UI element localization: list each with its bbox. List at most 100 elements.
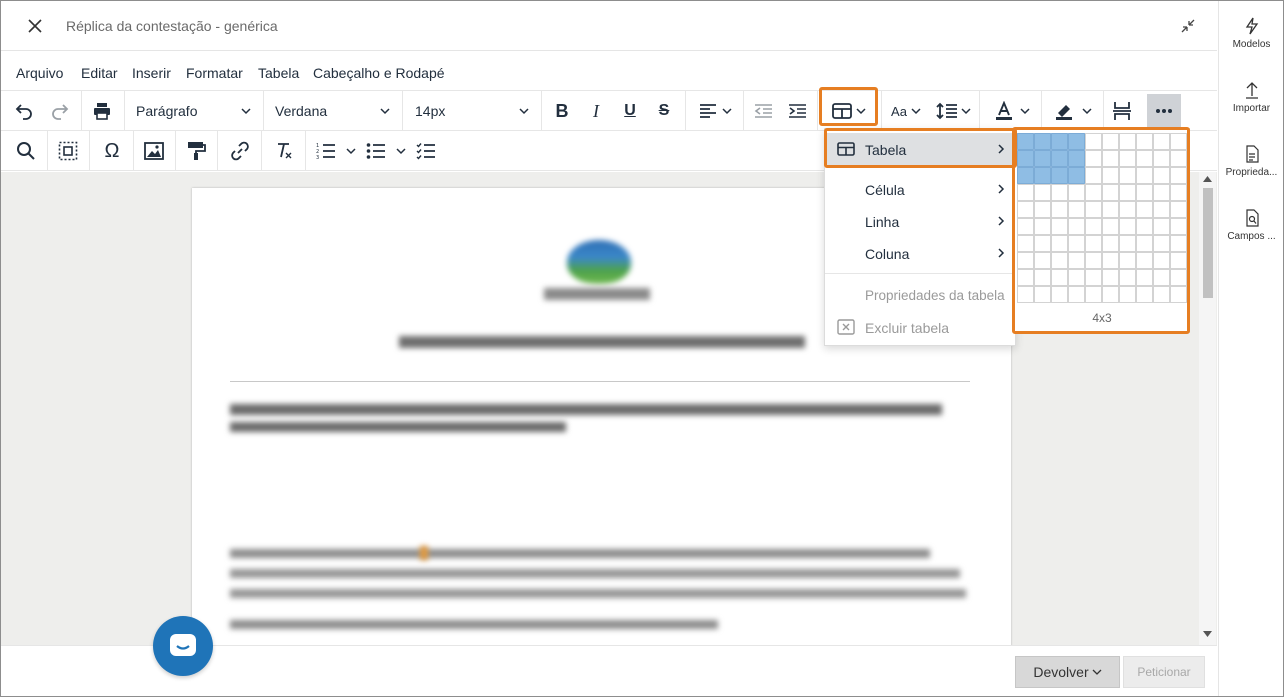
menu-arquivo[interactable]: Arquivo bbox=[16, 65, 63, 81]
grid-cell[interactable] bbox=[1085, 252, 1102, 269]
grid-cell[interactable] bbox=[1034, 235, 1051, 252]
grid-cell[interactable] bbox=[1153, 252, 1170, 269]
grid-cell[interactable] bbox=[1119, 269, 1136, 286]
grid-cell[interactable] bbox=[1153, 150, 1170, 167]
grid-cell[interactable] bbox=[1102, 235, 1119, 252]
grid-cell[interactable] bbox=[1017, 201, 1034, 218]
format-painter-button[interactable] bbox=[183, 134, 209, 168]
grid-cell[interactable] bbox=[1034, 201, 1051, 218]
numbered-list-button[interactable]: 123 bbox=[313, 134, 359, 168]
importar-button[interactable]: Importar bbox=[1219, 81, 1284, 114]
vertical-scrollbar[interactable] bbox=[1199, 172, 1216, 645]
grid-cell[interactable] bbox=[1119, 133, 1136, 150]
grid-cell[interactable] bbox=[1170, 133, 1187, 150]
grid-cell[interactable] bbox=[1034, 133, 1051, 150]
close-icon[interactable] bbox=[25, 16, 45, 36]
grid-cell[interactable] bbox=[1136, 286, 1153, 303]
font-family-select[interactable]: Verdana bbox=[264, 91, 401, 131]
image-button[interactable] bbox=[141, 134, 167, 168]
grid-cell[interactable] bbox=[1102, 201, 1119, 218]
italic-button[interactable]: I bbox=[583, 94, 609, 128]
grid-cell[interactable] bbox=[1153, 201, 1170, 218]
campos-button[interactable]: Campos ... bbox=[1219, 209, 1284, 242]
grid-cell[interactable] bbox=[1017, 184, 1034, 201]
more-button[interactable] bbox=[1147, 94, 1181, 128]
grid-cell[interactable] bbox=[1170, 252, 1187, 269]
grid-cell[interactable] bbox=[1153, 235, 1170, 252]
menu-item-celula[interactable]: Célula bbox=[825, 173, 1015, 205]
grid-cell[interactable] bbox=[1068, 218, 1085, 235]
grid-cell[interactable] bbox=[1051, 235, 1068, 252]
grid-cell[interactable] bbox=[1119, 218, 1136, 235]
grid-cell[interactable] bbox=[1119, 201, 1136, 218]
grid-cell[interactable] bbox=[1017, 133, 1034, 150]
grid-cell[interactable] bbox=[1170, 218, 1187, 235]
grid-cell[interactable] bbox=[1017, 286, 1034, 303]
grid-cell[interactable] bbox=[1136, 184, 1153, 201]
menu-inserir[interactable]: Inserir bbox=[132, 65, 171, 81]
grid-cell[interactable] bbox=[1017, 269, 1034, 286]
special-char-button[interactable]: Ω bbox=[97, 134, 127, 168]
grid-cell[interactable] bbox=[1051, 184, 1068, 201]
peticionar-button[interactable]: Peticionar bbox=[1123, 656, 1205, 688]
modelos-button[interactable]: Modelos bbox=[1219, 17, 1284, 50]
checklist-button[interactable] bbox=[413, 134, 439, 168]
grid-cell[interactable] bbox=[1034, 167, 1051, 184]
grid-cell[interactable] bbox=[1136, 150, 1153, 167]
grid-cell[interactable] bbox=[1119, 184, 1136, 201]
grid-cell[interactable] bbox=[1085, 269, 1102, 286]
grid-cell[interactable] bbox=[1085, 286, 1102, 303]
grid-cell[interactable] bbox=[1119, 286, 1136, 303]
grid-cell[interactable] bbox=[1119, 150, 1136, 167]
grid-cell[interactable] bbox=[1068, 235, 1085, 252]
undo-button[interactable] bbox=[11, 94, 37, 128]
grid-cell[interactable] bbox=[1068, 150, 1085, 167]
grid-cell[interactable] bbox=[1051, 167, 1068, 184]
block-format-select[interactable]: Parágrafo bbox=[125, 91, 262, 131]
menu-tabela[interactable]: Tabela bbox=[258, 65, 299, 81]
font-size-button[interactable]: Aa bbox=[887, 94, 925, 128]
grid-cell[interactable] bbox=[1085, 218, 1102, 235]
grid-cell[interactable] bbox=[1102, 167, 1119, 184]
grid-cell[interactable] bbox=[1136, 167, 1153, 184]
grid-cell[interactable] bbox=[1153, 184, 1170, 201]
grid-cell[interactable] bbox=[1017, 252, 1034, 269]
font-size-select[interactable]: 14px bbox=[403, 91, 540, 131]
grid-cell[interactable] bbox=[1153, 218, 1170, 235]
grid-cell[interactable] bbox=[1051, 218, 1068, 235]
collapse-icon[interactable] bbox=[1179, 17, 1197, 35]
grid-cell[interactable] bbox=[1034, 252, 1051, 269]
grid-cell[interactable] bbox=[1102, 286, 1119, 303]
align-button[interactable] bbox=[693, 94, 737, 128]
grid-cell[interactable] bbox=[1068, 269, 1085, 286]
grid-cell[interactable] bbox=[1102, 218, 1119, 235]
grid-cell[interactable] bbox=[1119, 235, 1136, 252]
grid-cell[interactable] bbox=[1085, 184, 1102, 201]
menu-formatar[interactable]: Formatar bbox=[186, 65, 243, 81]
grid-cell[interactable] bbox=[1017, 167, 1034, 184]
outdent-button[interactable] bbox=[751, 94, 777, 128]
grid-cell[interactable] bbox=[1170, 286, 1187, 303]
menu-editar[interactable]: Editar bbox=[81, 65, 118, 81]
redo-button[interactable] bbox=[47, 94, 73, 128]
grid-cell[interactable] bbox=[1153, 133, 1170, 150]
search-button[interactable] bbox=[13, 134, 39, 168]
grid-cell[interactable] bbox=[1085, 235, 1102, 252]
grid-cell[interactable] bbox=[1170, 269, 1187, 286]
grid-cell[interactable] bbox=[1085, 133, 1102, 150]
table-button[interactable] bbox=[823, 94, 875, 128]
indent-button[interactable] bbox=[785, 94, 811, 128]
menu-cabecalho-rodape[interactable]: Cabeçalho e Rodapé bbox=[313, 65, 445, 81]
grid-cell[interactable] bbox=[1153, 286, 1170, 303]
menu-item-excluir-tabela[interactable]: Excluir tabela bbox=[825, 311, 1015, 343]
grid-cell[interactable] bbox=[1068, 184, 1085, 201]
menu-item-propriedades-tabela[interactable]: Propriedades da tabela bbox=[825, 279, 1015, 311]
grid-cell[interactable] bbox=[1034, 286, 1051, 303]
grid-cell[interactable] bbox=[1034, 150, 1051, 167]
devolver-button[interactable]: Devolver bbox=[1015, 656, 1120, 688]
grid-cell[interactable] bbox=[1017, 218, 1034, 235]
grid-cell[interactable] bbox=[1170, 235, 1187, 252]
grid-cell[interactable] bbox=[1051, 201, 1068, 218]
link-button[interactable] bbox=[227, 134, 253, 168]
grid-cell[interactable] bbox=[1051, 286, 1068, 303]
